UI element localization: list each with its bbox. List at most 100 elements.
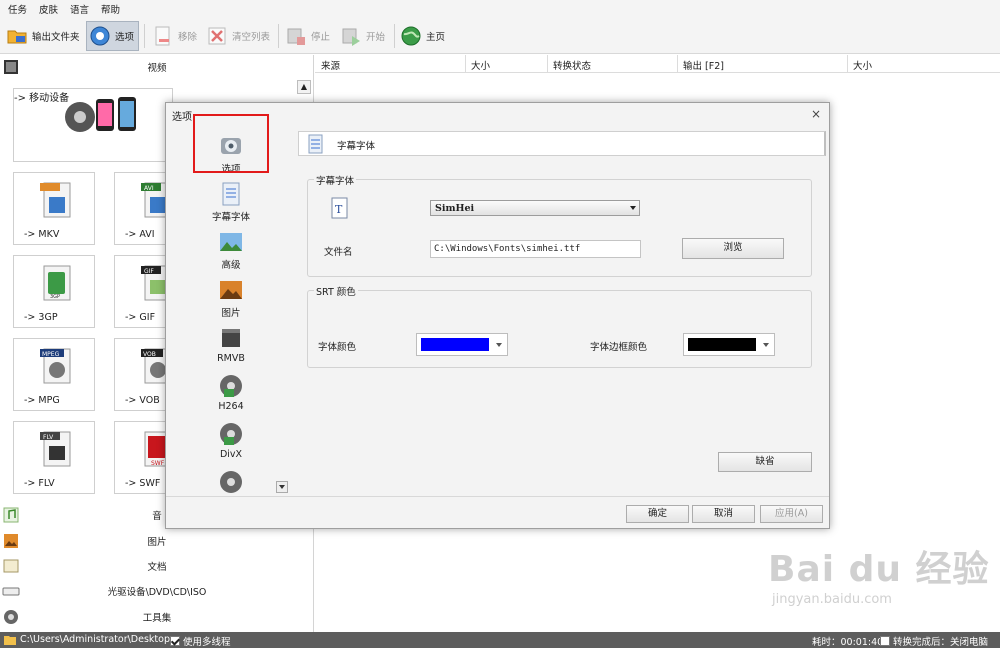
film-reel-icon xyxy=(220,375,242,397)
font-color-swatch xyxy=(421,338,489,351)
category-video[interactable]: 视频 xyxy=(0,55,314,79)
scroll-up-arrow[interactable]: ▲ xyxy=(297,80,311,94)
remove-button[interactable]: 移除 xyxy=(152,21,197,51)
file-list-header: 来源 大小 转换状态 输出 [F2] 大小 xyxy=(315,55,1000,73)
border-color-swatch xyxy=(688,338,756,351)
nav-picture[interactable]: 图片 xyxy=(190,277,272,325)
subtitle-doc-icon xyxy=(222,182,240,206)
nav-rmvb[interactable]: RMVB xyxy=(190,325,272,373)
menu-help[interactable]: 帮助 xyxy=(101,2,120,16)
font-select[interactable]: SimHei xyxy=(430,200,640,216)
clear-list-label: 清空列表 xyxy=(232,32,271,43)
nav-divx[interactable]: DivX xyxy=(190,421,272,469)
nav-h264-label: H264 xyxy=(218,401,244,412)
tile-3gp-label: -> 3GP xyxy=(24,312,58,323)
tile-mobile-device[interactable]: -> 移动设备 xyxy=(13,88,173,162)
nav-picture-label: 图片 xyxy=(221,308,241,319)
globe-icon xyxy=(401,26,421,46)
tile-flv[interactable]: FLV -> FLV xyxy=(13,421,95,494)
gear-icon xyxy=(90,26,110,46)
category-disc[interactable]: 光驱设备\DVD\CD\ISO xyxy=(0,579,314,603)
clear-list-button[interactable]: 清空列表 xyxy=(206,21,270,51)
vob-badge: VOB xyxy=(143,351,156,358)
ok-button[interactable]: 确定 xyxy=(626,505,689,523)
font-color-picker[interactable] xyxy=(416,333,508,356)
multithread-checkbox[interactable] xyxy=(170,636,180,646)
category-document-label: 文档 xyxy=(147,562,167,573)
close-icon[interactable]: × xyxy=(811,107,821,121)
chevron-down-icon xyxy=(279,485,285,489)
column-divider xyxy=(677,55,678,73)
remove-doc-icon xyxy=(155,26,170,46)
column-source[interactable]: 来源 xyxy=(321,58,340,72)
clear-x-icon xyxy=(208,27,226,45)
output-folder-button[interactable]: 输出文件夹 xyxy=(6,21,80,51)
flv-badge: FLV xyxy=(43,434,54,441)
tile-3gp[interactable]: 3GP -> 3GP xyxy=(13,255,95,328)
home-label: 主页 xyxy=(426,32,446,43)
multithread-label: 使用多线程 xyxy=(183,637,231,648)
default-button[interactable]: 缺省 xyxy=(718,452,812,472)
remove-label: 移除 xyxy=(178,32,198,43)
tile-mobile-label: -> 移动设备 xyxy=(14,93,70,104)
mkv-file-icon xyxy=(40,182,71,218)
stop-icon xyxy=(287,28,305,45)
column-size[interactable]: 大小 xyxy=(471,58,490,72)
column-divider xyxy=(847,55,848,73)
after-done-label: 转换完成后：关闭电脑 xyxy=(893,637,989,648)
nav-subtitle-font[interactable]: 字幕字体 xyxy=(190,181,272,229)
tile-mpg[interactable]: MPEG -> MPG xyxy=(13,338,95,411)
category-document[interactable]: 文档 xyxy=(0,554,314,578)
tile-mkv-label: -> MKV xyxy=(24,229,60,240)
category-tools[interactable]: 工具集 xyxy=(0,605,314,629)
nav-more[interactable] xyxy=(190,469,272,499)
border-color-picker[interactable] xyxy=(683,333,775,356)
dialog-title: 选项 xyxy=(172,112,192,123)
border-color-label: 字体边框颜色 xyxy=(590,342,648,353)
menu-skin[interactable]: 皮肤 xyxy=(39,2,58,16)
film-reel-icon xyxy=(220,423,242,445)
font-file-path-input[interactable]: C:\Windows\Fonts\simhei.ttf xyxy=(430,240,641,258)
toolbar-divider xyxy=(144,24,145,48)
category-image-label: 图片 xyxy=(147,537,167,548)
menu-language[interactable]: 语言 xyxy=(70,2,89,16)
category-tools-label: 工具集 xyxy=(142,613,172,624)
after-done-checkbox[interactable] xyxy=(880,636,890,646)
watermark-logo: Bai du 经验 xyxy=(768,549,990,590)
section-title: 字幕字体 xyxy=(337,141,376,152)
output-path: C:\Users\Administrator\Desktop xyxy=(20,634,170,645)
after-done-toggle[interactable]: 转换完成后：关闭电脑 xyxy=(880,634,988,648)
font-file-icon: T xyxy=(331,197,348,219)
nav-divx-label: DivX xyxy=(219,449,243,460)
tile-mkv[interactable]: -> MKV xyxy=(13,172,95,245)
options-dialog: 选项 × 选项 字幕字体 高级 图片 RMVB H264 DivX 字幕字体 字… xyxy=(165,102,830,529)
tile-flv-label: -> FLV xyxy=(24,478,55,489)
browse-button[interactable]: 浏览 xyxy=(682,238,784,259)
multithread-toggle[interactable]: 使用多线程 xyxy=(170,634,231,648)
tile-mpg-label: -> MPG xyxy=(24,395,60,406)
column-output[interactable]: 输出 [F2] xyxy=(683,58,724,72)
stop-button[interactable]: 停止 xyxy=(285,21,330,51)
tile-swf-label: -> SWF xyxy=(125,478,161,489)
nav-advanced[interactable]: 高级 xyxy=(190,229,272,277)
category-image[interactable]: 图片 xyxy=(0,529,314,553)
nav-h264[interactable]: H264 xyxy=(190,373,272,421)
category-video-label: 视频 xyxy=(147,63,167,74)
nav-scroll-down-arrow[interactable] xyxy=(276,481,288,493)
column-divider xyxy=(547,55,548,73)
start-label: 开始 xyxy=(366,32,386,43)
elapsed-time: 耗时：00:01:40 xyxy=(812,637,884,648)
menu-bar: 任务 皮肤 语言 帮助 xyxy=(0,0,1000,18)
watermark-url: jingyan.baidu.com xyxy=(772,592,892,607)
cancel-button[interactable]: 取消 xyxy=(692,505,755,523)
column-output-size[interactable]: 大小 xyxy=(853,58,872,72)
apply-button[interactable]: 应用(A) xyxy=(760,505,823,523)
menu-task[interactable]: 任务 xyxy=(8,2,27,16)
srt-color-group: SRT 颜色 字体颜色 字体边框颜色 xyxy=(307,284,812,368)
options-button[interactable]: 选项 xyxy=(86,21,140,51)
column-status[interactable]: 转换状态 xyxy=(553,58,591,72)
mobile-device-icon xyxy=(65,97,136,132)
start-button[interactable]: 开始 xyxy=(340,21,385,51)
home-button[interactable]: 主页 xyxy=(400,21,445,51)
output-folder-label: 输出文件夹 xyxy=(32,32,80,43)
